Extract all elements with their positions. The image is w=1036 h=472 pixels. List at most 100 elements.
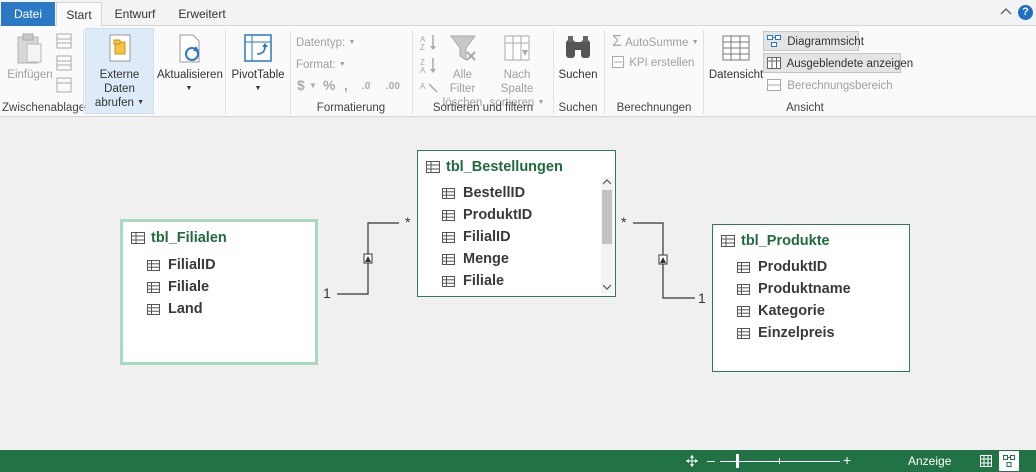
column-icon <box>737 306 750 317</box>
table-bestellungen-field[interactable]: Menge <box>442 251 509 267</box>
table-bestellungen-field[interactable]: Filiale <box>442 273 504 289</box>
svg-text:Z: Z <box>420 43 425 52</box>
group-zwischenablage: Zwischenablage <box>2 102 86 114</box>
datensicht-button[interactable]: Datensicht <box>708 32 764 82</box>
diagram-view-icon <box>1003 455 1015 467</box>
table-produkte-field[interactable]: Produktname <box>737 281 851 297</box>
column-icon <box>147 260 160 271</box>
column-icon <box>442 188 455 199</box>
alle-filter-loeschen-button[interactable]: Alle Filter löschen <box>440 32 485 110</box>
group-berechnungen: Berechnungen <box>616 102 692 114</box>
suchen-button[interactable]: Suchen <box>556 32 600 82</box>
relationship-filialen-one-label: 1 <box>323 285 331 301</box>
table-filialen-title[interactable]: tbl_Filialen <box>131 230 227 246</box>
autosumme-button[interactable]: Σ AutoSumme ▼ <box>612 34 699 50</box>
column-icon <box>737 328 750 339</box>
show-hidden-icon <box>767 57 781 69</box>
column-icon <box>147 304 160 315</box>
table-filialen-field[interactable]: Land <box>147 301 203 317</box>
diagram-canvas[interactable]: 1 * * 1 tbl_Filialen FilialID Filiale La… <box>0 117 1036 450</box>
table-filialen-field[interactable]: FilialID <box>147 257 216 273</box>
table-icon <box>426 161 440 173</box>
datensicht-icon <box>722 35 750 61</box>
column-icon <box>737 262 750 273</box>
calc-area-icon <box>767 79 781 91</box>
format-dropdown[interactable]: Format: ▼ <box>296 58 346 72</box>
table-bestellungen[interactable]: tbl_Bestellungen BestellID ProduktID Fil… <box>417 150 616 297</box>
kpi-icon <box>612 56 624 68</box>
table-bestellungen-field[interactable]: BestellID <box>442 185 525 201</box>
scrollbar-thumb[interactable] <box>602 190 612 244</box>
nach-spalte-sortieren-button[interactable]: Nach Spalte sortieren ▼ <box>488 32 546 110</box>
relationship-produkte-many-label: * <box>621 214 627 230</box>
table-bestellungen-scrollbar[interactable] <box>601 177 613 293</box>
berechnungsbereich-button[interactable]: Berechnungsbereich <box>767 79 893 93</box>
fit-to-screen-icon[interactable] <box>686 455 698 467</box>
anzeige-label: Anzeige <box>908 454 952 468</box>
table-filialen-field[interactable]: Filiale <box>147 279 209 295</box>
externe-daten-button[interactable]: Externe Daten abrufen ▼ <box>85 32 154 110</box>
zoom-in-button[interactable]: + <box>843 452 851 468</box>
table-produkte-field[interactable]: Kategorie <box>737 303 825 319</box>
binoculars-icon <box>566 36 590 58</box>
relationship-produkte-one-label: 1 <box>698 290 706 306</box>
pivottable-button[interactable]: PivotTable ▼ <box>230 32 286 96</box>
kpi-erstellen-button[interactable]: KPI erstellen <box>612 56 694 70</box>
svg-text:%: % <box>323 77 336 93</box>
scroll-down-icon[interactable] <box>603 284 611 290</box>
ribbon: Einfügen Zwischenablage Externe Daten ab… <box>0 26 1036 117</box>
number-format-icons: $ ▼ % , .0 ← .00 <box>297 77 400 93</box>
diagram-view-toggle[interactable] <box>999 451 1019 471</box>
table-filialen[interactable]: tbl_Filialen FilialID Filiale Land <box>120 219 318 365</box>
zoom-out-button[interactable]: – <box>707 452 715 468</box>
pivottable-icon <box>244 34 272 62</box>
table-produkte-title[interactable]: tbl_Produkte <box>721 233 830 249</box>
clear-filter-icon <box>449 35 476 61</box>
diagram-view-icon <box>767 35 781 47</box>
tab-erweitert[interactable]: Erweitert <box>172 2 232 26</box>
paste-icon <box>17 33 42 64</box>
table-icon <box>721 235 735 247</box>
table-bestellungen-field[interactable]: FilialID <box>442 229 511 245</box>
table-bestellungen-title[interactable]: tbl_Bestellungen <box>426 159 563 175</box>
group-formatierung: Formatierung <box>316 102 386 114</box>
diagrammsicht-button[interactable]: Diagrammsicht <box>767 35 864 49</box>
table-produkte-field[interactable]: Einzelpreis <box>737 325 835 341</box>
cut-copy-icons <box>56 33 72 93</box>
group-ansicht: Ansicht <box>786 102 824 114</box>
table-icon <box>131 232 145 244</box>
sort-ascending-icons: AZ ZA A <box>420 35 438 93</box>
tab-datei[interactable]: Datei <box>1 2 55 26</box>
ausgeblendete-anzeigen-button[interactable]: Ausgeblendete anzeigen <box>767 57 913 71</box>
group-suchen: Suchen <box>558 102 598 114</box>
svg-text:$: $ <box>297 77 305 93</box>
table-bestellungen-field[interactable]: ProduktID <box>442 207 532 223</box>
svg-text:▼: ▼ <box>309 81 317 90</box>
svg-text:←: ← <box>367 79 374 86</box>
refresh-icon <box>179 34 200 63</box>
table-produkte-field[interactable]: ProduktID <box>737 259 827 275</box>
svg-text:A: A <box>420 82 426 91</box>
tab-entwurf[interactable]: Entwurf <box>108 2 162 26</box>
sort-by-column-icon <box>504 35 530 61</box>
tab-start[interactable]: Start <box>56 2 102 27</box>
zoom-slider-thumb[interactable] <box>736 454 739 468</box>
einfuegen-button[interactable]: Einfügen <box>6 32 54 82</box>
table-produkte[interactable]: tbl_Produkte ProduktID Produktname Kateg… <box>712 224 910 372</box>
aktualisieren-button[interactable]: Aktualisieren ▼ <box>157 32 223 96</box>
grid-view-icon[interactable] <box>980 455 992 467</box>
collapse-ribbon-icon[interactable] <box>1000 6 1012 18</box>
svg-text:,: , <box>344 77 348 93</box>
column-icon <box>147 282 160 293</box>
zoom-slider-center-tick <box>779 458 780 464</box>
svg-text:A: A <box>420 66 426 75</box>
group-sortieren-filtern: Sortieren und filtern <box>432 102 534 114</box>
datentyp-dropdown[interactable]: Datentyp: ▼ <box>296 36 355 50</box>
column-icon <box>442 232 455 243</box>
external-data-icon <box>109 34 130 62</box>
relationship-filialen-many-label: * <box>405 214 411 230</box>
column-icon <box>442 254 455 265</box>
help-icon[interactable]: ? <box>1018 5 1033 20</box>
svg-text:.00: .00 <box>386 81 400 92</box>
scroll-up-icon[interactable] <box>603 179 611 185</box>
